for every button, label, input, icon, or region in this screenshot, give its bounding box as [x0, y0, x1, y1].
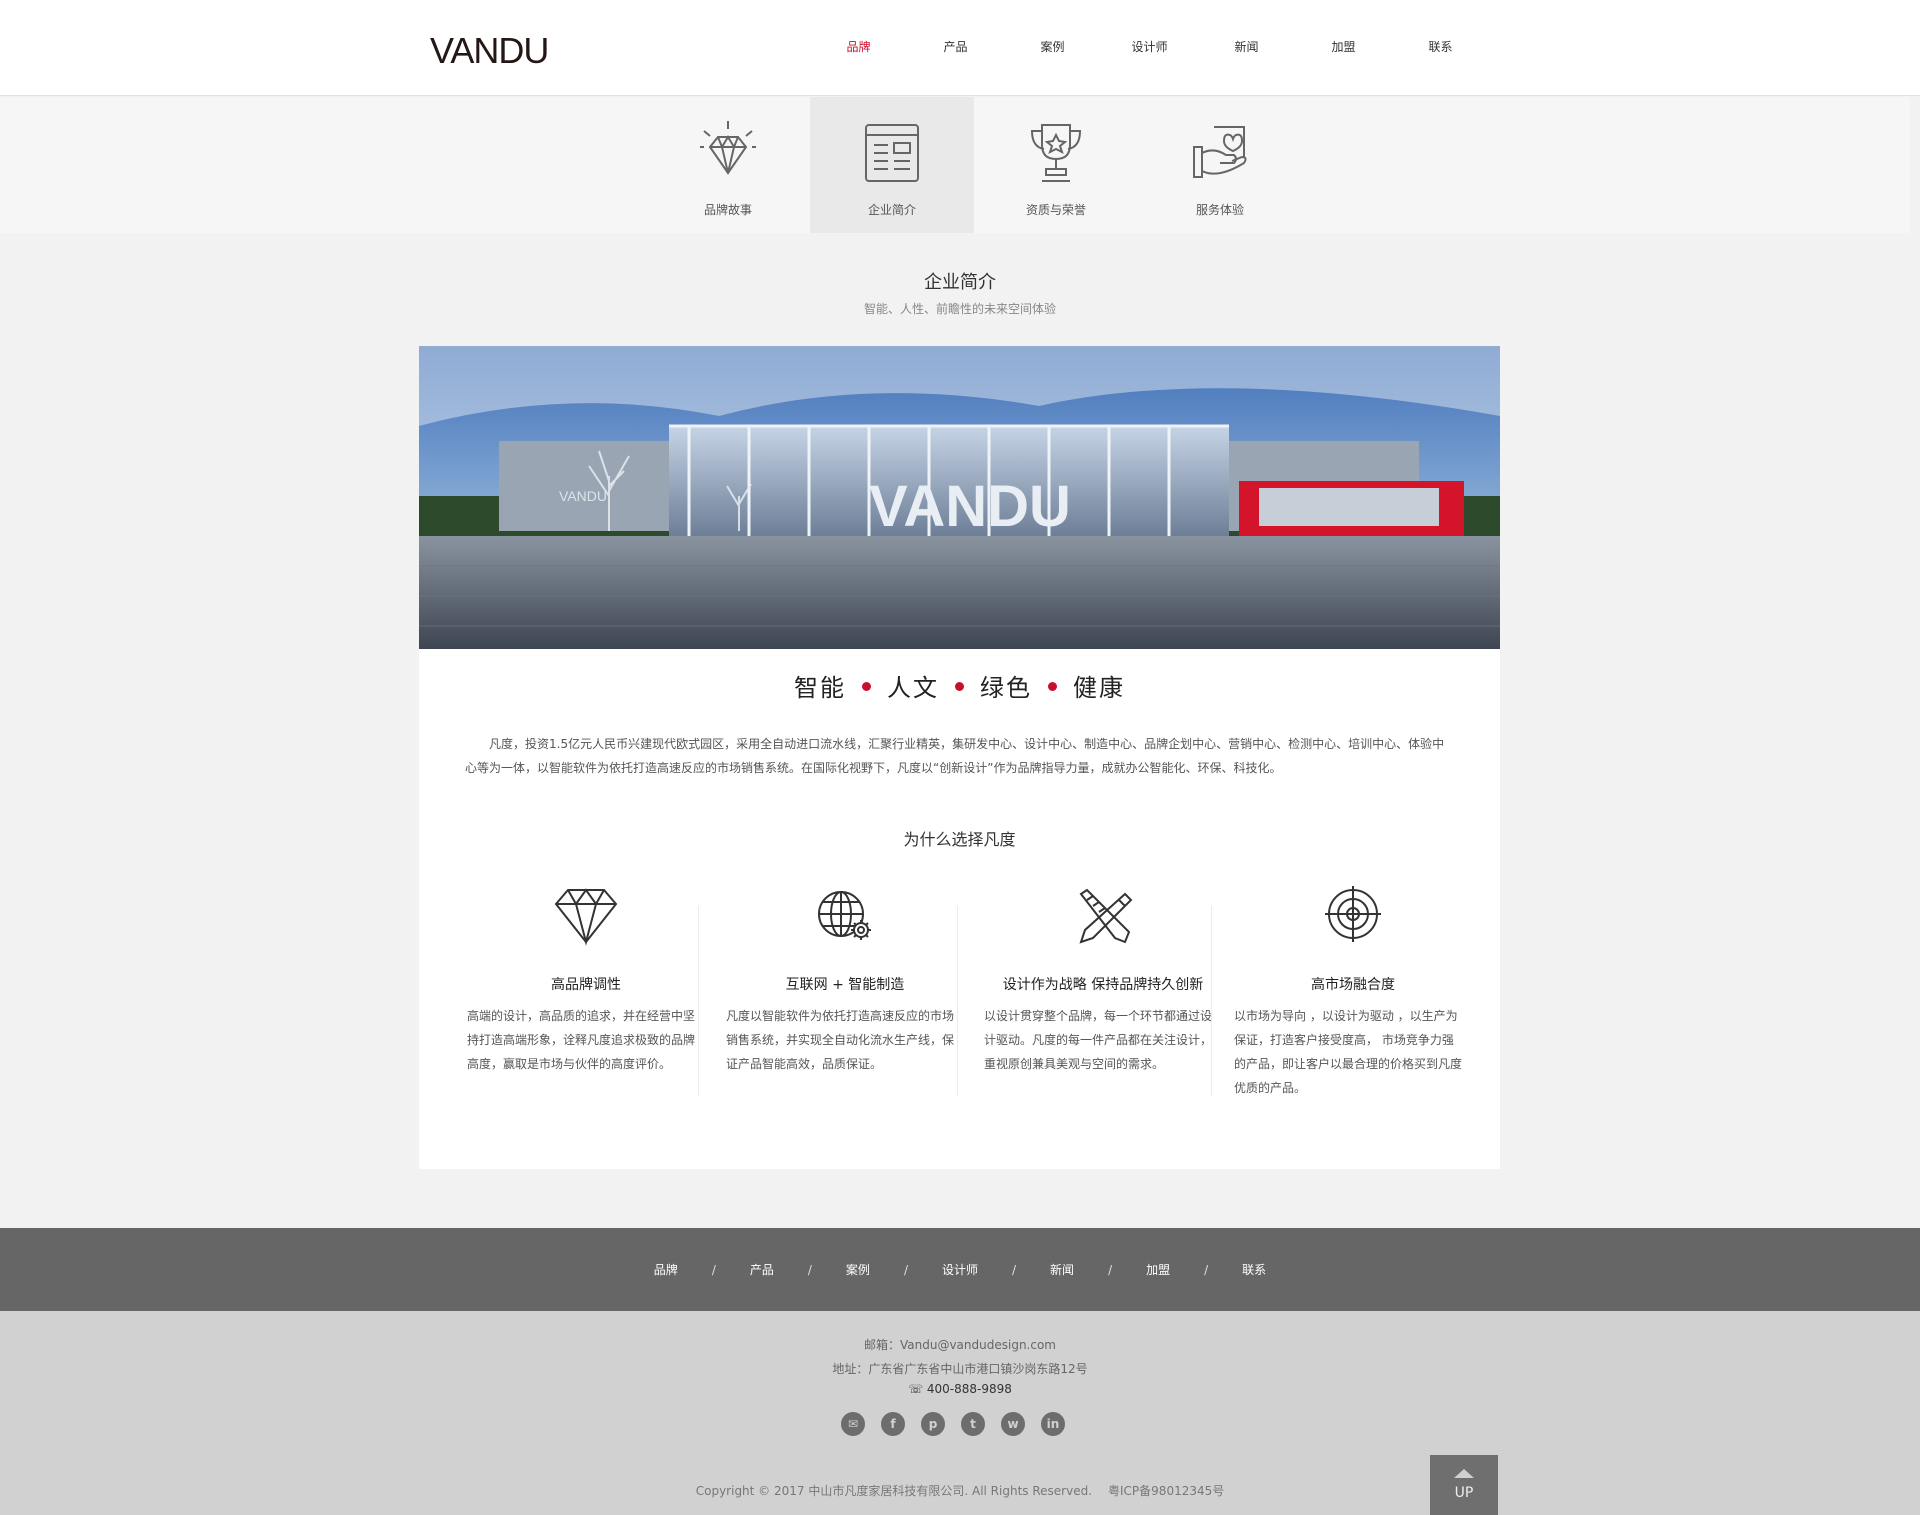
footer-nav-cases[interactable]: 案例: [846, 1261, 870, 1278]
sub-nav: 品牌故事 企业简介 资质与荣誉 服务体验: [0, 97, 1910, 233]
subnav-label: 企业简介: [867, 203, 916, 217]
weibo-icon[interactable]: w: [1001, 1412, 1025, 1436]
subnav-label: 品牌故事: [703, 203, 752, 217]
footer-email: 邮箱：Vandu@vandudesign.com: [864, 1338, 1056, 1352]
nav-products[interactable]: 产品: [907, 38, 1004, 55]
copyright: Copyright © 2017 中山市凡度家居科技有限公司. All Righ…: [0, 1482, 1920, 1499]
globe-gear-icon: [818, 891, 871, 940]
slogan-word: 绿色: [980, 674, 1032, 702]
subnav-company-intro[interactable]: 企业简介: [810, 97, 974, 233]
site-header: VANDU 品牌 产品 案例 设计师 新闻 加盟 联系: [0, 0, 1920, 96]
social-links: ✉ f p t w in: [841, 1412, 1081, 1436]
slogan: 智能 人文 绿色 健康: [419, 668, 1500, 703]
twitter-icon[interactable]: t: [961, 1412, 985, 1436]
footer-address: 地址：广东省广东省中山市港口镇沙岗东路12号: [832, 1362, 1088, 1376]
bullet-dot: [862, 681, 871, 691]
sign-text: VANDU: [869, 474, 1071, 539]
bullet-dot: [955, 681, 964, 691]
pinterest-icon[interactable]: p: [921, 1412, 945, 1436]
copyright-text: Copyright © 2017 中山市凡度家居科技有限公司. All Righ…: [695, 1484, 1093, 1498]
company-intro-text: 凡度，投资1.5亿元人民币兴建现代欧式园区，采用全自动进口流水线，汇聚行业精英，…: [465, 737, 1445, 775]
feature-market: 高市场融合度 以市场为导向 ，以设计为驱动 ，以生产为保证，打造客户接受度高， …: [1224, 886, 1482, 1116]
bullet-dot: [1048, 681, 1057, 691]
linkedin-icon[interactable]: in: [1041, 1412, 1065, 1436]
feature-title: 高市场融合度: [1311, 977, 1395, 993]
subnav-label: 服务体验: [1195, 203, 1244, 217]
footer-nav: 品牌 / 产品 / 案例 / 设计师 / 新闻 / 加盟 / 联系: [0, 1228, 1920, 1311]
subnav-honors[interactable]: 资质与荣誉: [974, 97, 1138, 233]
footer-nav-join[interactable]: 加盟: [1146, 1261, 1170, 1278]
nav-cases[interactable]: 案例: [1004, 38, 1101, 55]
arrow-up-icon: [1454, 1469, 1474, 1478]
icp-number[interactable]: 粤ICP备98012345号: [1108, 1484, 1224, 1498]
feature-brand: 高品牌调性 高端的设计，高品质的追求，并在经营中坚持打造高端形象，诠释凡度追求极…: [457, 886, 715, 1116]
subnav-brand-story[interactable]: 品牌故事: [646, 97, 810, 233]
separator: /: [1108, 1263, 1113, 1277]
why-choose-title: 为什么选择凡度: [903, 830, 1016, 849]
pen-ruler-icon: [1079, 888, 1133, 944]
document-icon: [865, 124, 919, 182]
building-photo: VANDU VANDU: [419, 346, 1500, 649]
footer-nav-contact[interactable]: 联系: [1242, 1261, 1266, 1278]
footer-nav-products[interactable]: 产品: [750, 1261, 774, 1278]
footer-nav-brand[interactable]: 品牌: [654, 1261, 678, 1278]
feature-description: 高端的设计，高品质的追求，并在经营中坚持打造高端形象，诠释凡度追求极致的品牌高度…: [467, 1009, 696, 1071]
feature-title: 互联网 + 智能制造: [785, 977, 905, 993]
divider: [1211, 906, 1212, 1096]
slogan-word: 人文: [887, 674, 939, 702]
main-nav: 品牌 产品 案例 设计师 新闻 加盟 联系: [810, 38, 1489, 55]
facebook-icon[interactable]: f: [881, 1412, 905, 1436]
back-to-top-button[interactable]: UP: [1430, 1455, 1498, 1515]
feature-internet: 互联网 + 智能制造 凡度以智能软件为依托打造高速反应的市场销售系统，并实现全自…: [716, 886, 974, 1116]
trophy-icon: [1030, 124, 1082, 182]
wall-logo: VANDU: [559, 488, 607, 504]
up-label: UP: [1454, 1485, 1474, 1501]
feature-description: 凡度以智能软件为依托打造高速反应的市场销售系统，并实现全自动化流水生产线，保证产…: [726, 1009, 955, 1071]
divider: [957, 906, 958, 1096]
slogan-word: 智能: [794, 674, 846, 702]
feature-description: 以市场为导向 ，以设计为驱动 ，以生产为保证，打造客户接受度高， 市场竞争力强的…: [1234, 1009, 1463, 1095]
diamond-icon: [700, 121, 756, 175]
intro-card: VANDU VANDU 智能 人文 绿色 健康 凡度，投资1.5亿元人民币兴建现代欧式…: [419, 346, 1500, 1169]
slogan-word: 健康: [1073, 674, 1125, 702]
target-icon: [1325, 886, 1381, 942]
phone-icon: ☏: [908, 1382, 927, 1396]
nav-brand[interactable]: 品牌: [810, 38, 907, 55]
separator: /: [903, 1263, 908, 1277]
heart-hand-icon: [1193, 126, 1247, 178]
nav-contact[interactable]: 联系: [1392, 38, 1489, 55]
separator: /: [807, 1263, 812, 1277]
nav-join[interactable]: 加盟: [1295, 38, 1392, 55]
divider: [698, 906, 699, 1096]
separator: /: [711, 1263, 716, 1277]
diamond-icon: [554, 888, 618, 946]
feature-description: 以设计贯穿整个品牌，每一个环节都通过设计驱动。凡度的每一件产品都在关注设计，重视…: [984, 1009, 1213, 1071]
section-subtitle: 智能、人性、前瞻性的未来空间体验: [863, 302, 1056, 316]
feature-design: 设计作为战略 保持品牌持久创新 以设计贯穿整个品牌，每一个环节都通过设计驱动。凡…: [974, 886, 1232, 1116]
section-title: 企业简介: [924, 272, 996, 293]
footer-phone: 400-888-9898: [926, 1382, 1012, 1396]
subnav-service[interactable]: 服务体验: [1138, 97, 1302, 233]
footer-info: 邮箱：Vandu@vandudesign.com 地址：广东省广东省中山市港口镇…: [0, 1311, 1920, 1515]
separator: /: [1204, 1263, 1209, 1277]
nav-news[interactable]: 新闻: [1198, 38, 1295, 55]
feature-title: 高品牌调性: [551, 977, 621, 993]
separator: /: [1012, 1263, 1017, 1277]
feature-title: 设计作为战略 保持品牌持久创新: [1002, 977, 1204, 993]
wechat-icon[interactable]: ✉: [841, 1412, 865, 1436]
footer-nav-news[interactable]: 新闻: [1050, 1261, 1074, 1278]
footer-nav-designers[interactable]: 设计师: [942, 1261, 978, 1278]
logo[interactable]: VANDU: [430, 30, 549, 72]
hero-image: VANDU VANDU: [419, 346, 1500, 649]
subnav-label: 资质与荣誉: [1025, 203, 1086, 217]
footer-phone-row: ☏ 400-888-9898: [0, 1382, 1920, 1396]
nav-designers[interactable]: 设计师: [1101, 38, 1198, 55]
